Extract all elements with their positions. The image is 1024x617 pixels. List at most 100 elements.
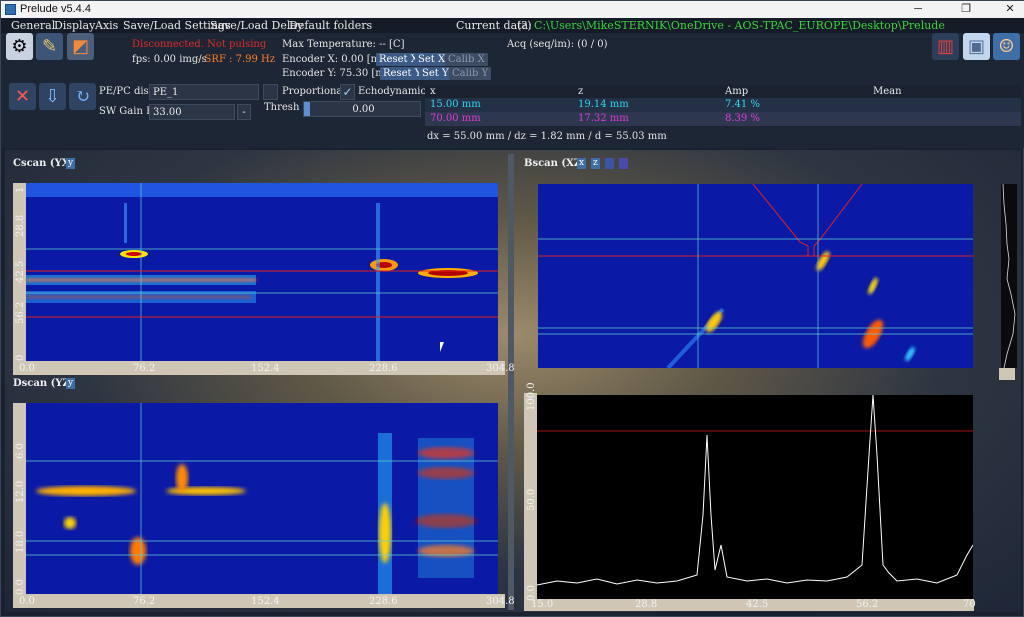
ascan-svg xyxy=(537,395,973,586)
dscan-svg xyxy=(26,403,498,594)
ascan-x-tick-3: 56.2 xyxy=(856,599,879,610)
reset-y-button[interactable]: Reset Y xyxy=(380,67,425,80)
report-icon[interactable]: ▥ xyxy=(932,33,959,60)
ascan-x-tick-1: 28.8 xyxy=(635,599,658,610)
cscan-y-tick-0: 1 xyxy=(15,186,26,193)
dscan-image[interactable] xyxy=(26,403,498,594)
sw-gain-decrement[interactable]: - xyxy=(237,104,251,120)
ascan-x-tick-0: 15.0 xyxy=(531,599,554,610)
max-temperature: Max Temperature: -- [C] xyxy=(282,39,405,50)
menu-axis[interactable]: Axis xyxy=(95,19,118,32)
thresh-slider[interactable]: 0.00 xyxy=(303,101,421,117)
header-z: z xyxy=(578,86,584,97)
dscan-y-tick-3: 0.0 xyxy=(15,579,26,595)
cscan-svg xyxy=(26,183,498,361)
dscan-y-tick-0: 6.0 xyxy=(15,443,26,459)
mouse-cursor-icon xyxy=(440,342,444,352)
bscan-tag-3[interactable] xyxy=(605,158,614,169)
measure-row-2[interactable]: 70.00 mm 17.32 mm 8.39 % xyxy=(425,112,1021,126)
ascan-plot[interactable] xyxy=(537,395,973,599)
cscan-axis-tag[interactable]: y xyxy=(66,158,76,169)
ascan-x-tick-2: 42.5 xyxy=(746,599,769,610)
refresh-icon[interactable]: ↻ xyxy=(69,83,96,110)
app-icon xyxy=(5,4,16,15)
bscan-side-profile xyxy=(1001,184,1017,368)
srf-readout: - SRF : 7.99 Hz xyxy=(198,54,276,65)
ascan-trace xyxy=(537,395,973,586)
acq-readout: Acq (seq/im): (0 / 0) xyxy=(507,39,608,50)
delta-readout: dx = 55.00 mm / dz = 1.82 mm / d = 55.03… xyxy=(427,131,667,142)
bscan-side-svg xyxy=(1002,184,1016,368)
dscan-x-tick-4: 304.8 xyxy=(486,596,515,607)
delete-icon[interactable]: ✕ xyxy=(9,83,36,110)
app-window: Prelude v5.4.4 ─ ❐ ✕ General Display Axi… xyxy=(0,0,1024,617)
menu-default-folders[interactable]: Default folders xyxy=(289,19,372,32)
bscan-z-tag[interactable]: z xyxy=(591,158,600,169)
ascan-y-tick-1: 50.0 xyxy=(526,488,537,511)
thresh-value: 0.00 xyxy=(352,104,375,115)
row2-x: 70.00 mm xyxy=(430,113,481,124)
bscan-side-scroll[interactable] xyxy=(999,368,1015,380)
user-icon[interactable]: ☺ xyxy=(993,33,1020,60)
row2-amp: 8.39 % xyxy=(725,113,760,124)
camera-icon[interactable]: ▣ xyxy=(963,33,990,60)
dscan-x-tick-1: 76.2 xyxy=(133,596,156,607)
dscan-x-tick-3: 228.6 xyxy=(369,596,398,607)
dscan-x-tick-0: 0.0 xyxy=(19,596,35,607)
cscan-y-tick-1: 28.8 xyxy=(15,214,26,237)
dscan-y-tick-1: 12.0 xyxy=(15,480,26,503)
measure-row-1[interactable]: 15.00 mm 19.14 mm 7.41 % xyxy=(425,98,1021,112)
header-mean: Mean xyxy=(873,86,902,97)
cscan-image[interactable] xyxy=(26,183,498,361)
header-x: x xyxy=(430,86,436,97)
calib-x-button[interactable]: Calib X xyxy=(445,53,488,66)
row1-x: 15.00 mm xyxy=(430,99,481,110)
cscan-y-tick-3: 56.2 xyxy=(15,301,26,324)
bscan-svg xyxy=(538,184,973,368)
set-y-button[interactable]: Set Y xyxy=(419,67,452,80)
menu-display[interactable]: Display xyxy=(54,19,95,32)
measures-header: x z Amp Mean xyxy=(425,85,1021,98)
window-title: Prelude v5.4.4 xyxy=(20,3,91,15)
dscan-x-tick-2: 152.4 xyxy=(251,596,280,607)
header-amp: Amp xyxy=(725,86,749,97)
ascan-y-tick-0: 100.0 xyxy=(526,382,537,411)
cscan-y-tick-2: 42.5 xyxy=(15,260,26,283)
cscan-x-tick-3: 228.6 xyxy=(369,363,398,374)
close-button[interactable]: ✕ xyxy=(995,1,1024,18)
bscan-tag-4[interactable] xyxy=(619,158,628,169)
menu-bar: General Display Axis Save/Load Settings … xyxy=(1,18,1024,45)
minimize-button[interactable]: ─ xyxy=(903,1,933,18)
proportional-checkbox[interactable] xyxy=(263,84,278,100)
pe-display-select[interactable]: PE_1 xyxy=(149,84,259,100)
connection-status: Disconnected. Not pulsing xyxy=(132,39,267,50)
sw-gain-input[interactable]: 33.00 xyxy=(149,104,235,120)
set-x-button[interactable]: Set X xyxy=(415,53,449,66)
download-icon[interactable]: ⇩ xyxy=(39,83,66,110)
cscan-x-tick-1: 76.2 xyxy=(133,363,156,374)
echodynamic-checkbox[interactable]: ✓ xyxy=(340,84,355,100)
thresh-label: Thresh : xyxy=(264,102,306,113)
cscan-x-tick-2: 152.4 xyxy=(251,363,280,374)
proportional-label: Proportional xyxy=(282,86,346,97)
calib-y-button[interactable]: Calib Y xyxy=(449,67,492,80)
dscan-y-tick-2: 18.0 xyxy=(15,530,26,553)
vertical-splitter[interactable] xyxy=(508,154,514,610)
current-data-hint[interactable]: (?) xyxy=(517,19,531,32)
dscan-axis-tag[interactable]: y xyxy=(66,378,76,389)
bscan-x-tag[interactable]: x xyxy=(577,158,587,169)
settings-gear-icon[interactable]: ⚙ xyxy=(6,33,33,60)
menu-general[interactable]: General xyxy=(11,19,55,32)
cscan-x-tick-0: 0.0 xyxy=(19,363,35,374)
measures-table: x z Amp Mean 15.00 mm 19.14 mm 7.41 % 70… xyxy=(425,85,1021,128)
maximize-button[interactable]: ❐ xyxy=(951,1,981,18)
row2-z: 17.32 mm xyxy=(578,113,629,124)
edit-tool-icon[interactable]: ✎ xyxy=(36,33,63,60)
inspect-part-icon[interactable]: ◩ xyxy=(67,33,94,60)
thresh-slider-handle[interactable] xyxy=(304,102,310,116)
bscan-image[interactable] xyxy=(538,184,973,368)
row1-amp: 7.41 % xyxy=(725,99,760,110)
fps-readout: fps: 0.00 img/s xyxy=(132,54,207,65)
ascan-x-tick-4: 70 xyxy=(963,599,976,610)
row1-z: 19.14 mm xyxy=(578,99,629,110)
